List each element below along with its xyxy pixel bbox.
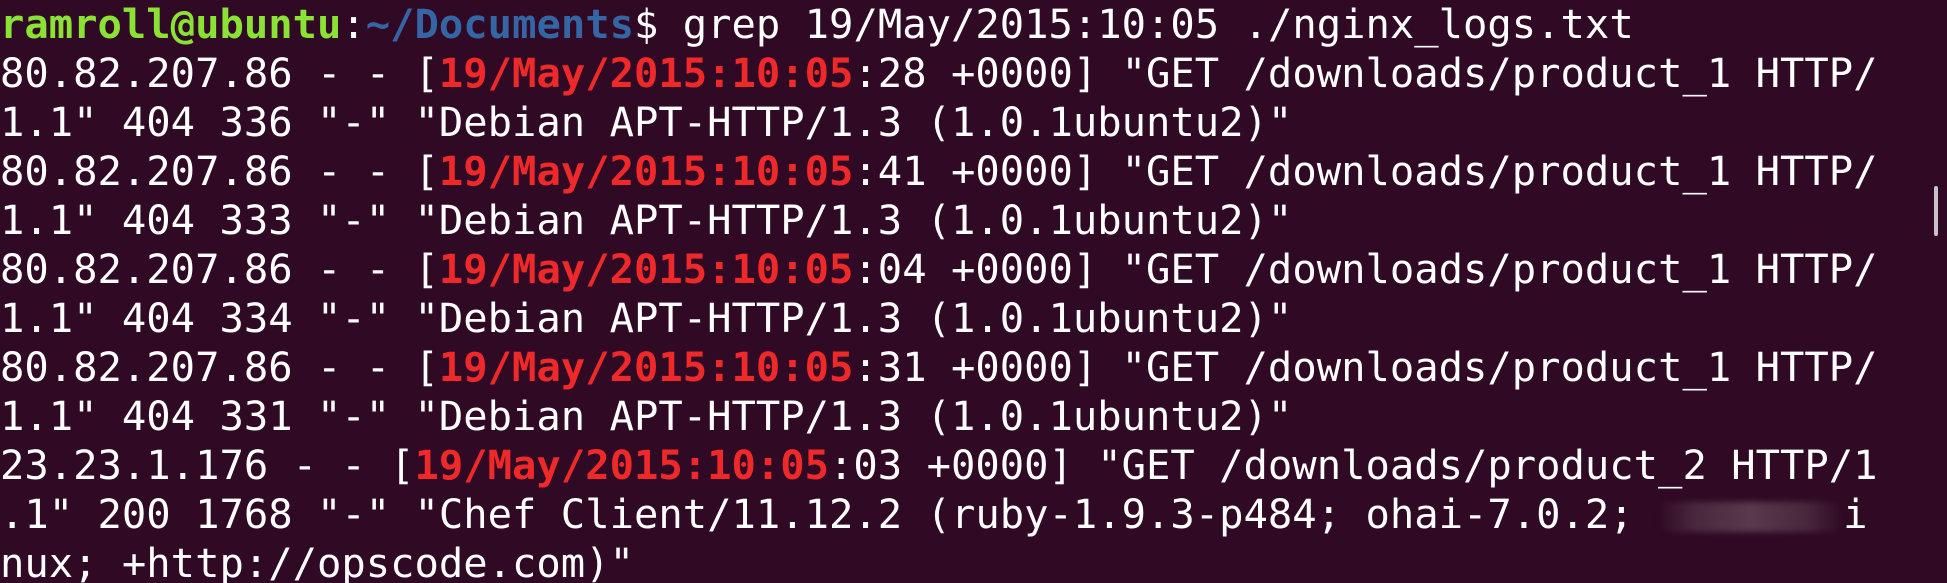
log-suffix: :31 +0000] "GET /downloads/product_1 HTT…	[853, 343, 1878, 391]
prompt-command: grep 19/May/2015:10:05 ./nginx_logs.txt	[658, 0, 1634, 48]
grep-match: 19/May/2015:10:05	[438, 245, 854, 293]
log-line: 80.82.207.86 - - [19/May/2015:10:05:04 +…	[0, 245, 1920, 294]
log-prefix: 80.82.207.86 - - [	[0, 147, 439, 195]
redacted-blur	[1658, 502, 1844, 532]
log-line-continuation: 1.1" 404 333 "-" "Debian APT-HTTP/1.3 (1…	[0, 196, 1293, 244]
grep-match: 19/May/2015:10:05	[438, 343, 854, 391]
log-suffix: :04 +0000] "GET /downloads/product_1 HTT…	[853, 245, 1878, 293]
log-line-continuation: nux; +http://opscode.com)"	[0, 539, 634, 583]
grep-match: 19/May/2015:10:05	[438, 147, 854, 195]
log-suffix: :28 +0000] "GET /downloads/product_1 HTT…	[853, 49, 1878, 97]
grep-match: 19/May/2015:10:05	[438, 49, 854, 97]
log-line: 80.82.207.86 - - [19/May/2015:10:05:31 +…	[0, 343, 1920, 392]
log-line-continuation: 1.1" 404 336 "-" "Debian APT-HTTP/1.3 (1…	[0, 98, 1293, 146]
terminal-window[interactable]: ramroll@ubuntu:~/Documents$ grep 19/May/…	[0, 0, 1947, 583]
log-line-continuation: .1" 200 1768 "-" "Chef Client/11.12.2 (r…	[0, 490, 1920, 539]
log-text-tail: i	[1843, 490, 1868, 538]
terminal-output: ramroll@ubuntu:~/Documents$ grep 19/May/…	[0, 0, 1920, 583]
log-line-continuation: 1.1" 404 334 "-" "Debian APT-HTTP/1.3 (1…	[0, 294, 1293, 342]
log-prefix: 80.82.207.86 - - [	[0, 343, 439, 391]
log-line: 23.23.1.176 - - [19/May/2015:10:05:03 +0…	[0, 441, 1920, 490]
prompt-line: ramroll@ubuntu:~/Documents$ grep 19/May/…	[0, 0, 1920, 49]
grep-match: 19/May/2015:10:05	[414, 441, 830, 489]
log-prefix: 80.82.207.86 - - [	[0, 245, 439, 293]
prompt-user-host: ramroll@ubuntu	[0, 0, 342, 48]
scrollbar-thumb[interactable]	[1934, 186, 1938, 236]
log-prefix: 80.82.207.86 - - [	[0, 49, 439, 97]
log-text: .1" 200 1768 "-" "Chef Client/11.12.2 (r…	[0, 490, 1659, 538]
log-line: 80.82.207.86 - - [19/May/2015:10:05:41 +…	[0, 147, 1920, 196]
log-prefix: 23.23.1.176 - - [	[0, 441, 415, 489]
log-suffix: :03 +0000] "GET /downloads/product_2 HTT…	[829, 441, 1878, 489]
log-suffix: :41 +0000] "GET /downloads/product_1 HTT…	[853, 147, 1878, 195]
prompt-colon: :	[341, 0, 366, 48]
log-line: 80.82.207.86 - - [19/May/2015:10:05:28 +…	[0, 49, 1920, 98]
prompt-path: ~/Documents	[365, 0, 634, 48]
prompt-symbol: $	[633, 0, 659, 48]
log-line-continuation: 1.1" 404 331 "-" "Debian APT-HTTP/1.3 (1…	[0, 392, 1293, 440]
